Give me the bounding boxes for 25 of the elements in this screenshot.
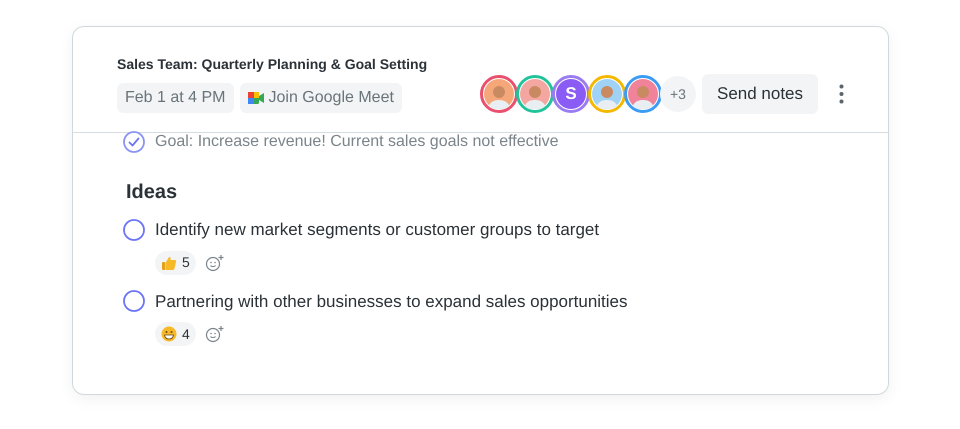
thumbs-up-icon (161, 254, 177, 270)
letter-avatar[interactable]: S (552, 75, 590, 113)
more-options-icon[interactable] (839, 84, 844, 104)
section-heading: Ideas (126, 180, 178, 205)
idea-text: Partnering with other businesses to expand sales opportunities (155, 290, 628, 312)
grinning-face-icon (161, 326, 177, 342)
add-reaction-icon[interactable] (204, 325, 225, 343)
join-meet-link[interactable]: Join Google Meet (240, 83, 402, 113)
person-avatar[interactable] (588, 75, 626, 113)
checked-circle-icon[interactable] (123, 131, 145, 153)
checkbox-circle[interactable] (123, 218, 145, 241)
video-camera-icon (248, 91, 264, 105)
date-chip: Feb 1 at 4 PM (117, 83, 234, 113)
checkbox-circle[interactable] (123, 290, 145, 312)
meeting-title: Sales Team: Quarterly Planning & Goal Setting (117, 55, 428, 74)
person-avatar[interactable] (516, 75, 554, 113)
person-avatar[interactable] (480, 75, 518, 113)
more-attendees-count[interactable]: +3 (660, 76, 696, 112)
person-avatar[interactable] (624, 75, 662, 113)
idea-text: Identify new market segments or customer groups to target (155, 219, 600, 241)
goal-text: Goal: Increase revenue! Current sales goals not effective (155, 132, 558, 152)
reaction-chip[interactable]: 5 (155, 250, 196, 274)
reaction-chip[interactable]: 4 (155, 322, 196, 346)
add-reaction-icon[interactable] (204, 254, 225, 272)
send-notes-button[interactable]: Send notes (702, 74, 818, 114)
